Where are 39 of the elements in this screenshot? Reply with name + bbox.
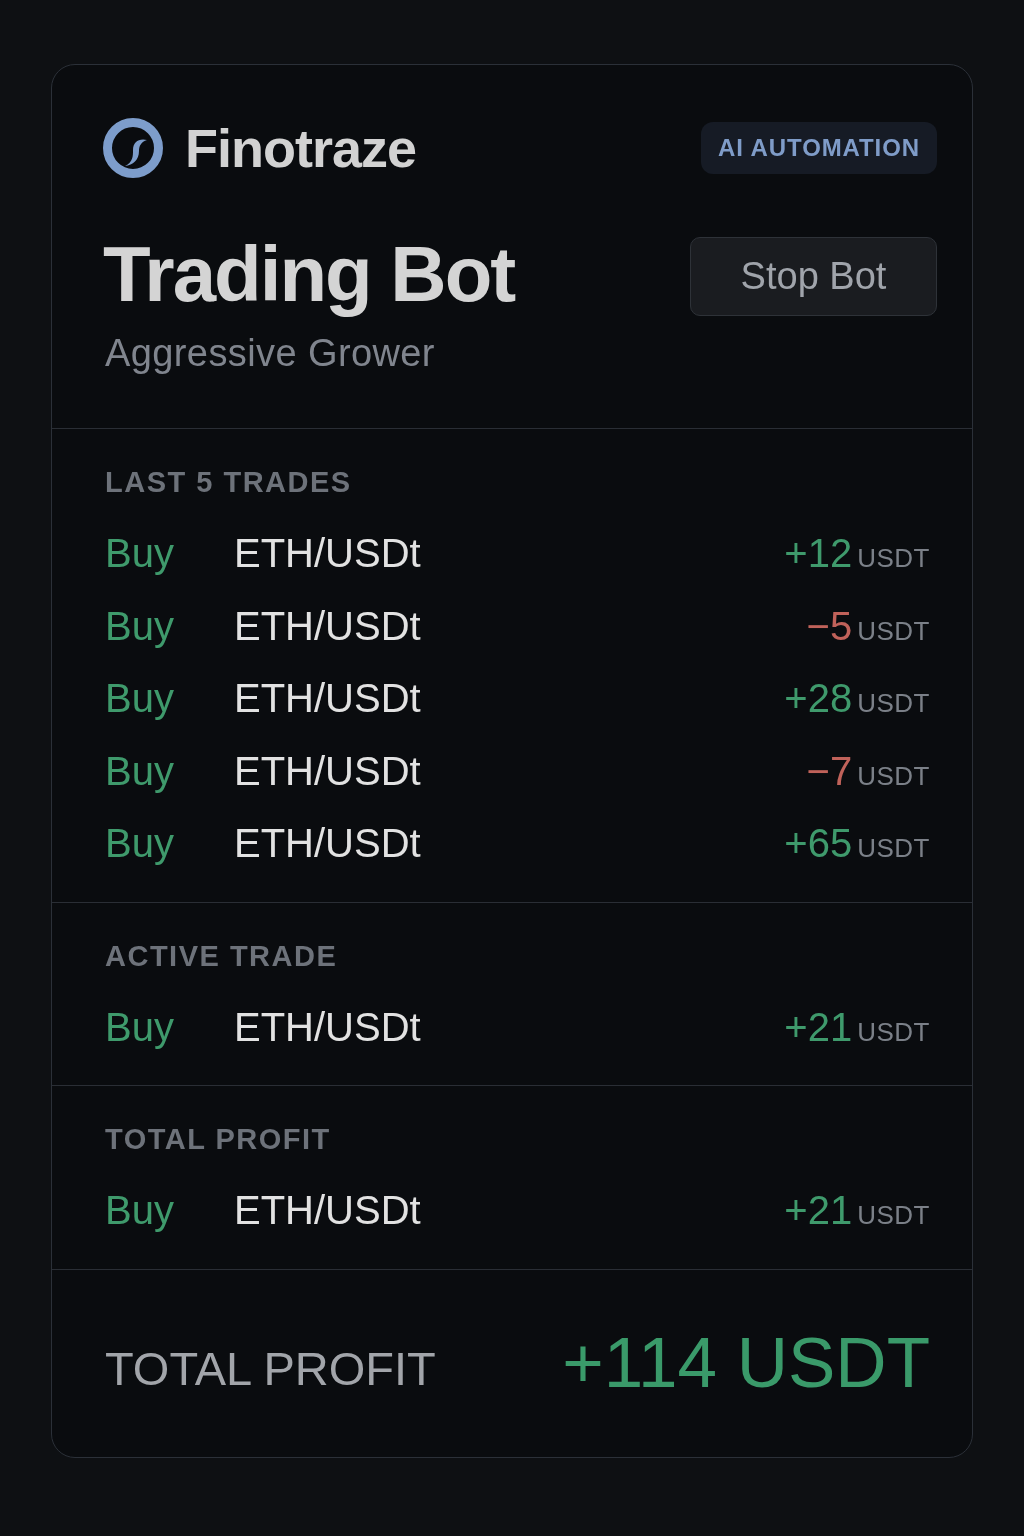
- trade-amount: +21: [784, 1187, 853, 1234]
- trade-amount: +28: [784, 675, 853, 722]
- page-title: Trading Bot: [103, 229, 515, 319]
- logo-icon: [103, 118, 163, 178]
- trade-pair: ETH/USDt: [234, 820, 421, 867]
- brand-name: Finotraze: [185, 121, 417, 175]
- trade-pair: ETH/USDt: [234, 530, 421, 577]
- trade-unit: USDT: [857, 542, 930, 575]
- trade-side: Buy: [105, 530, 175, 577]
- trade-unit: USDT: [857, 1199, 930, 1232]
- section-heading: ACTIVE TRADE: [105, 938, 339, 973]
- total-profit-label: TOTAL PROFIT: [105, 1341, 436, 1398]
- trade-side: Buy: [105, 602, 175, 650]
- section-heading: LAST 5 TRADES: [105, 465, 353, 499]
- trade-pair: ETH/USDt: [234, 747, 421, 795]
- ai-automation-badge: AI AUTOMATION: [701, 122, 937, 174]
- trade-amount: −5: [806, 602, 853, 650]
- trade-amount: +12: [784, 530, 853, 577]
- trade-side: Buy: [105, 820, 175, 867]
- strategy-subtitle: Aggressive Grower: [105, 331, 436, 375]
- trade-pair: ETH/USDt: [234, 1187, 421, 1234]
- trade-unit: USDT: [857, 1015, 930, 1049]
- trade-side: Buy: [105, 1187, 175, 1234]
- trade-unit: USDT: [857, 832, 930, 865]
- trade-unit: USDT: [857, 687, 930, 720]
- trade-amount: +21: [784, 1003, 853, 1051]
- trade-amount: +65: [784, 820, 853, 867]
- trade-side: Buy: [105, 747, 175, 795]
- trade-pair: ETH/USDt: [234, 1003, 421, 1051]
- trade-side: Buy: [105, 1003, 175, 1051]
- trade-unit: USDT: [857, 614, 930, 648]
- stop-bot-button[interactable]: Stop Bot: [690, 237, 937, 316]
- trade-pair: ETH/USDt: [234, 675, 421, 722]
- trade-unit: USDT: [857, 759, 930, 793]
- trade-side: Buy: [105, 675, 175, 722]
- section-heading: TOTAL PROFIT: [105, 1122, 332, 1156]
- trade-amount: −7: [806, 747, 853, 795]
- total-profit-value: +114 USDT: [562, 1322, 930, 1405]
- trade-pair: ETH/USDt: [234, 602, 421, 650]
